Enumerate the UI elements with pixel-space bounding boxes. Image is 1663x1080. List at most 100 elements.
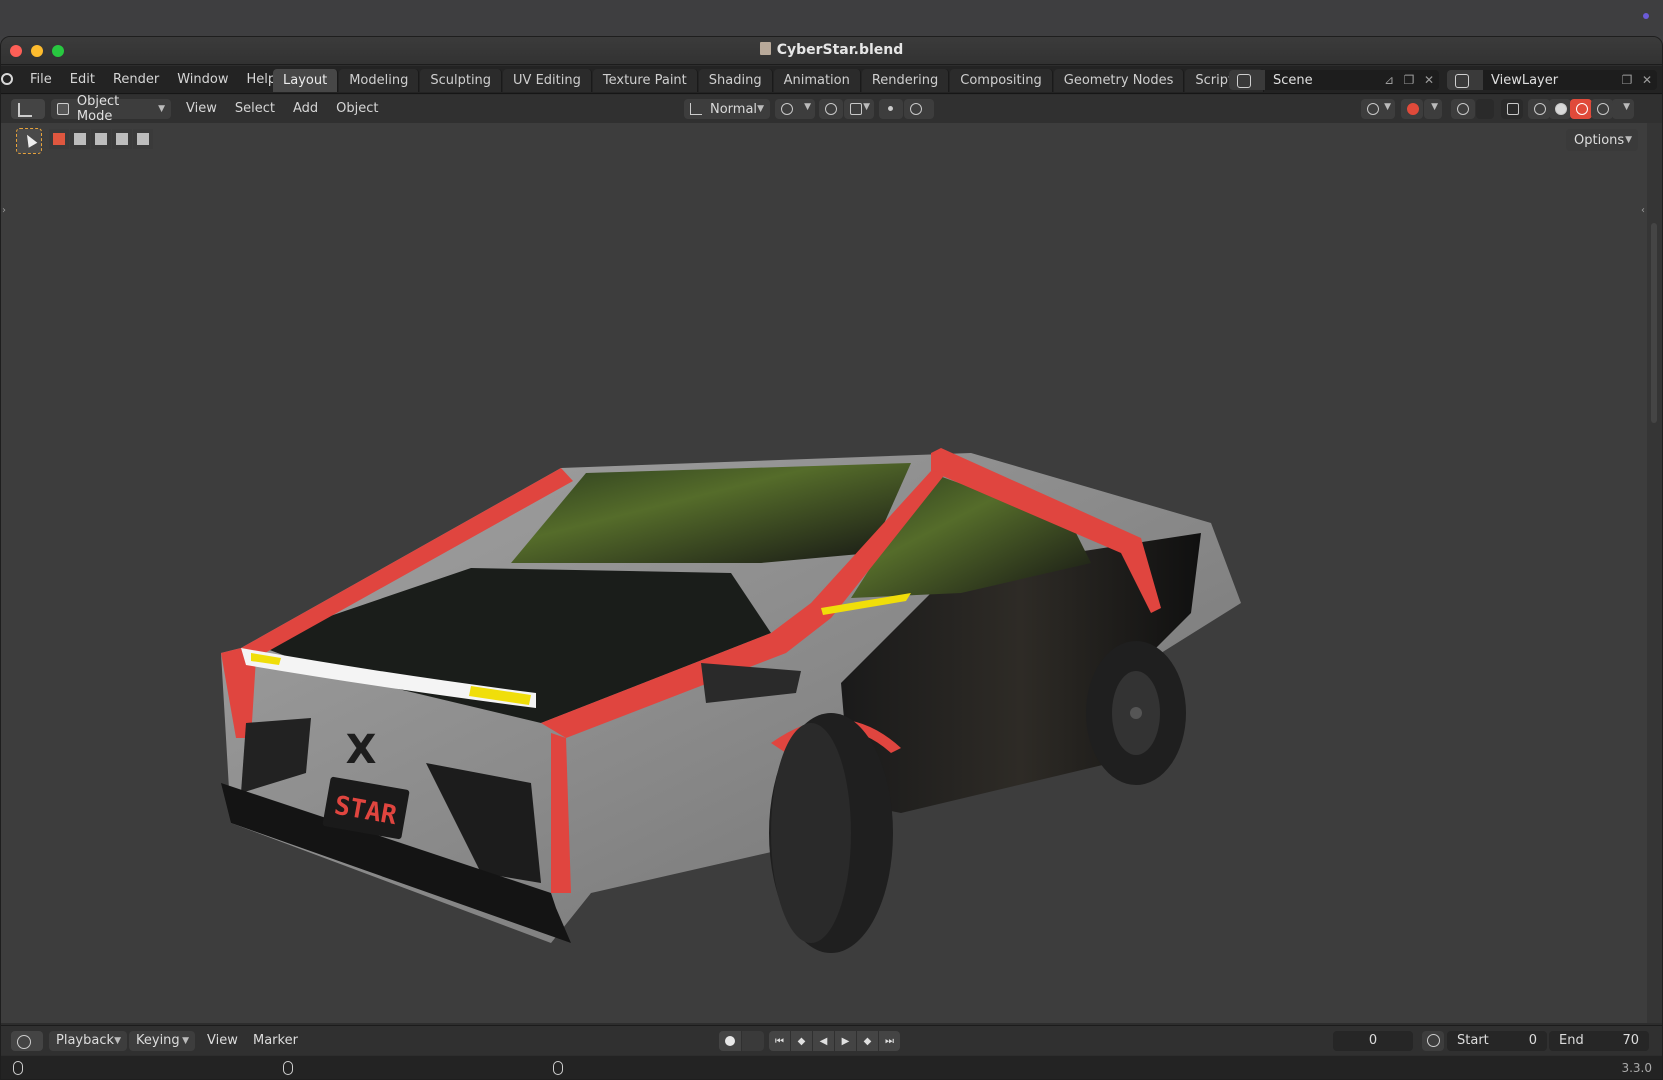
keying-dropdown[interactable]: Keying ▼: [129, 1031, 195, 1051]
options-dropdown[interactable]: Options ▼: [1566, 129, 1638, 151]
select-mode-invert[interactable]: [112, 129, 132, 149]
start-label: Start: [1457, 1033, 1489, 1048]
tab-rendering[interactable]: Rendering: [861, 69, 950, 92]
viewport-menu-add[interactable]: Add: [284, 98, 327, 120]
transform-orientation-label: Normal: [710, 101, 758, 117]
end-frame-field[interactable]: End 70: [1549, 1031, 1649, 1051]
duplicate-view-layer-icon[interactable]: ❐: [1617, 73, 1637, 87]
scene-name[interactable]: Scene: [1265, 73, 1379, 88]
proportional-edit-toggle[interactable]: [879, 99, 903, 119]
current-frame-field[interactable]: 0: [1333, 1031, 1413, 1051]
viewport-menu-object[interactable]: Object: [327, 98, 387, 120]
snap-increment-icon: [850, 103, 862, 115]
jump-to-next-keyframe-button[interactable]: ◆: [857, 1031, 878, 1051]
scrollbar-thumb[interactable]: [1651, 223, 1657, 423]
object-mode-dropdown[interactable]: Object Mode ▼: [51, 94, 171, 124]
view-layer-name[interactable]: ViewLayer: [1483, 73, 1617, 88]
rendered-shading-button[interactable]: [1591, 99, 1613, 119]
scene-selector[interactable]: Scene ⊿ ❐ ✕: [1229, 70, 1439, 90]
auto-keying-options[interactable]: [742, 1031, 764, 1051]
tab-sculpting[interactable]: Sculpting: [420, 69, 503, 92]
chevron-down-icon: ▼: [757, 104, 764, 114]
toolbar-expand-icon[interactable]: ›: [2, 205, 6, 216]
timeline-editor-type-button[interactable]: [11, 1031, 43, 1051]
playback-dropdown[interactable]: Playback ▼: [49, 1031, 127, 1051]
window-title-text: CyberStar.blend: [776, 42, 904, 58]
gizmo-dropdown[interactable]: ▼: [1424, 99, 1442, 119]
start-frame-field[interactable]: Start 0: [1447, 1031, 1547, 1051]
select-mode-intersect[interactable]: [133, 129, 153, 149]
play-reverse-button[interactable]: ◀: [813, 1031, 834, 1051]
wireframe-shading-button[interactable]: [1528, 99, 1550, 119]
tab-modeling[interactable]: Modeling: [339, 69, 420, 92]
tab-geometry-nodes[interactable]: Geometry Nodes: [1053, 69, 1185, 92]
cursor-arrow-icon: [22, 132, 38, 148]
gizmo-icon: [1407, 103, 1419, 115]
tab-texture-paint[interactable]: Texture Paint: [592, 69, 698, 92]
editor-type-button[interactable]: [11, 99, 45, 119]
overlays-toggle[interactable]: [1451, 99, 1475, 119]
xray-toggle[interactable]: [1501, 99, 1523, 119]
sidebar-expand-icon[interactable]: ‹: [1641, 205, 1645, 216]
solid-shading-button[interactable]: [1549, 99, 1571, 119]
workspace-tabs: Layout Modeling Sculpting UV Editing Tex…: [273, 69, 1287, 94]
timeline-menu-marker[interactable]: Marker: [253, 1031, 298, 1051]
tab-layout[interactable]: Layout: [273, 69, 339, 92]
desktop-top-strip: [0, 0, 1663, 36]
snap-toggle[interactable]: [819, 99, 843, 119]
menu-file[interactable]: File: [21, 69, 61, 91]
scene-icon[interactable]: [1229, 70, 1265, 90]
tab-shading[interactable]: Shading: [698, 69, 773, 92]
select-mode-new[interactable]: [49, 129, 69, 149]
material-preview-button[interactable]: [1570, 99, 1592, 119]
close-scene-icon[interactable]: ✕: [1419, 73, 1439, 87]
falloff-curve-icon: [910, 103, 922, 115]
shading-options-dropdown[interactable]: ▼: [1612, 99, 1634, 119]
menu-window[interactable]: Window: [168, 69, 237, 91]
main-menu: File Edit Render Window Help: [21, 66, 285, 94]
tab-uv-editing[interactable]: UV Editing: [503, 69, 592, 92]
record-icon: [725, 1036, 735, 1046]
visibility-dropdown[interactable]: ▼: [1361, 99, 1395, 119]
select-tool-button[interactable]: [16, 128, 42, 154]
tab-compositing[interactable]: Compositing: [950, 69, 1053, 92]
close-view-layer-icon[interactable]: ✕: [1637, 73, 1657, 87]
select-mode-subtract[interactable]: [91, 129, 111, 149]
clock-icon[interactable]: [1422, 1031, 1444, 1051]
orientation-axis-icon: [690, 103, 702, 115]
auto-keying-toggle[interactable]: [719, 1031, 741, 1051]
select-mode-extend[interactable]: [70, 129, 90, 149]
tab-animation[interactable]: Animation: [773, 69, 861, 92]
jump-to-start-button[interactable]: ⏮: [769, 1031, 790, 1051]
pin-icon[interactable]: ⊿: [1379, 73, 1399, 87]
gizmo-toggle[interactable]: [1401, 99, 1423, 119]
proportional-falloff-dropdown[interactable]: [904, 99, 934, 119]
jump-to-end-button[interactable]: ⏭: [879, 1031, 900, 1051]
transform-orientation-dropdown[interactable]: Normal ▼: [684, 99, 770, 119]
duplicate-scene-icon[interactable]: ❐: [1399, 73, 1419, 87]
jump-to-prev-keyframe-button[interactable]: ◆: [791, 1031, 812, 1051]
chevron-down-icon: ▼: [1384, 102, 1391, 112]
car-model[interactable]: STAR X: [211, 353, 1251, 1003]
object-mode-icon: [57, 103, 69, 115]
snap-target-dropdown[interactable]: ▼: [844, 99, 874, 119]
timeline-menu-view[interactable]: View: [207, 1031, 238, 1051]
viewport-menu-select[interactable]: Select: [226, 98, 284, 120]
viewport-menu-view[interactable]: View: [177, 98, 226, 120]
view-layer-selector[interactable]: ViewLayer ❐ ✕: [1447, 70, 1657, 90]
chevron-down-icon: ▼: [863, 102, 870, 112]
menu-edit[interactable]: Edit: [61, 69, 104, 91]
blender-logo-icon[interactable]: [1, 73, 13, 85]
view-layer-icon[interactable]: [1447, 70, 1483, 90]
object-mode-label: Object Mode: [76, 94, 120, 124]
menu-render[interactable]: Render: [104, 69, 168, 91]
mouse-middle-icon: [283, 1061, 293, 1075]
pivot-point-dropdown[interactable]: ▼: [775, 99, 815, 119]
end-label: End: [1559, 1033, 1584, 1048]
play-button[interactable]: ▶: [835, 1031, 856, 1051]
viewport-right-scrollbar[interactable]: [1647, 123, 1662, 1023]
3d-viewport[interactable]: › ‹ STAR X: [1, 123, 1647, 1023]
viewport-header: Object Mode ▼ View Select Add Object Nor…: [1, 94, 1662, 124]
overlays-dropdown[interactable]: [1476, 99, 1494, 119]
chevron-down-icon: ▼: [804, 102, 811, 112]
